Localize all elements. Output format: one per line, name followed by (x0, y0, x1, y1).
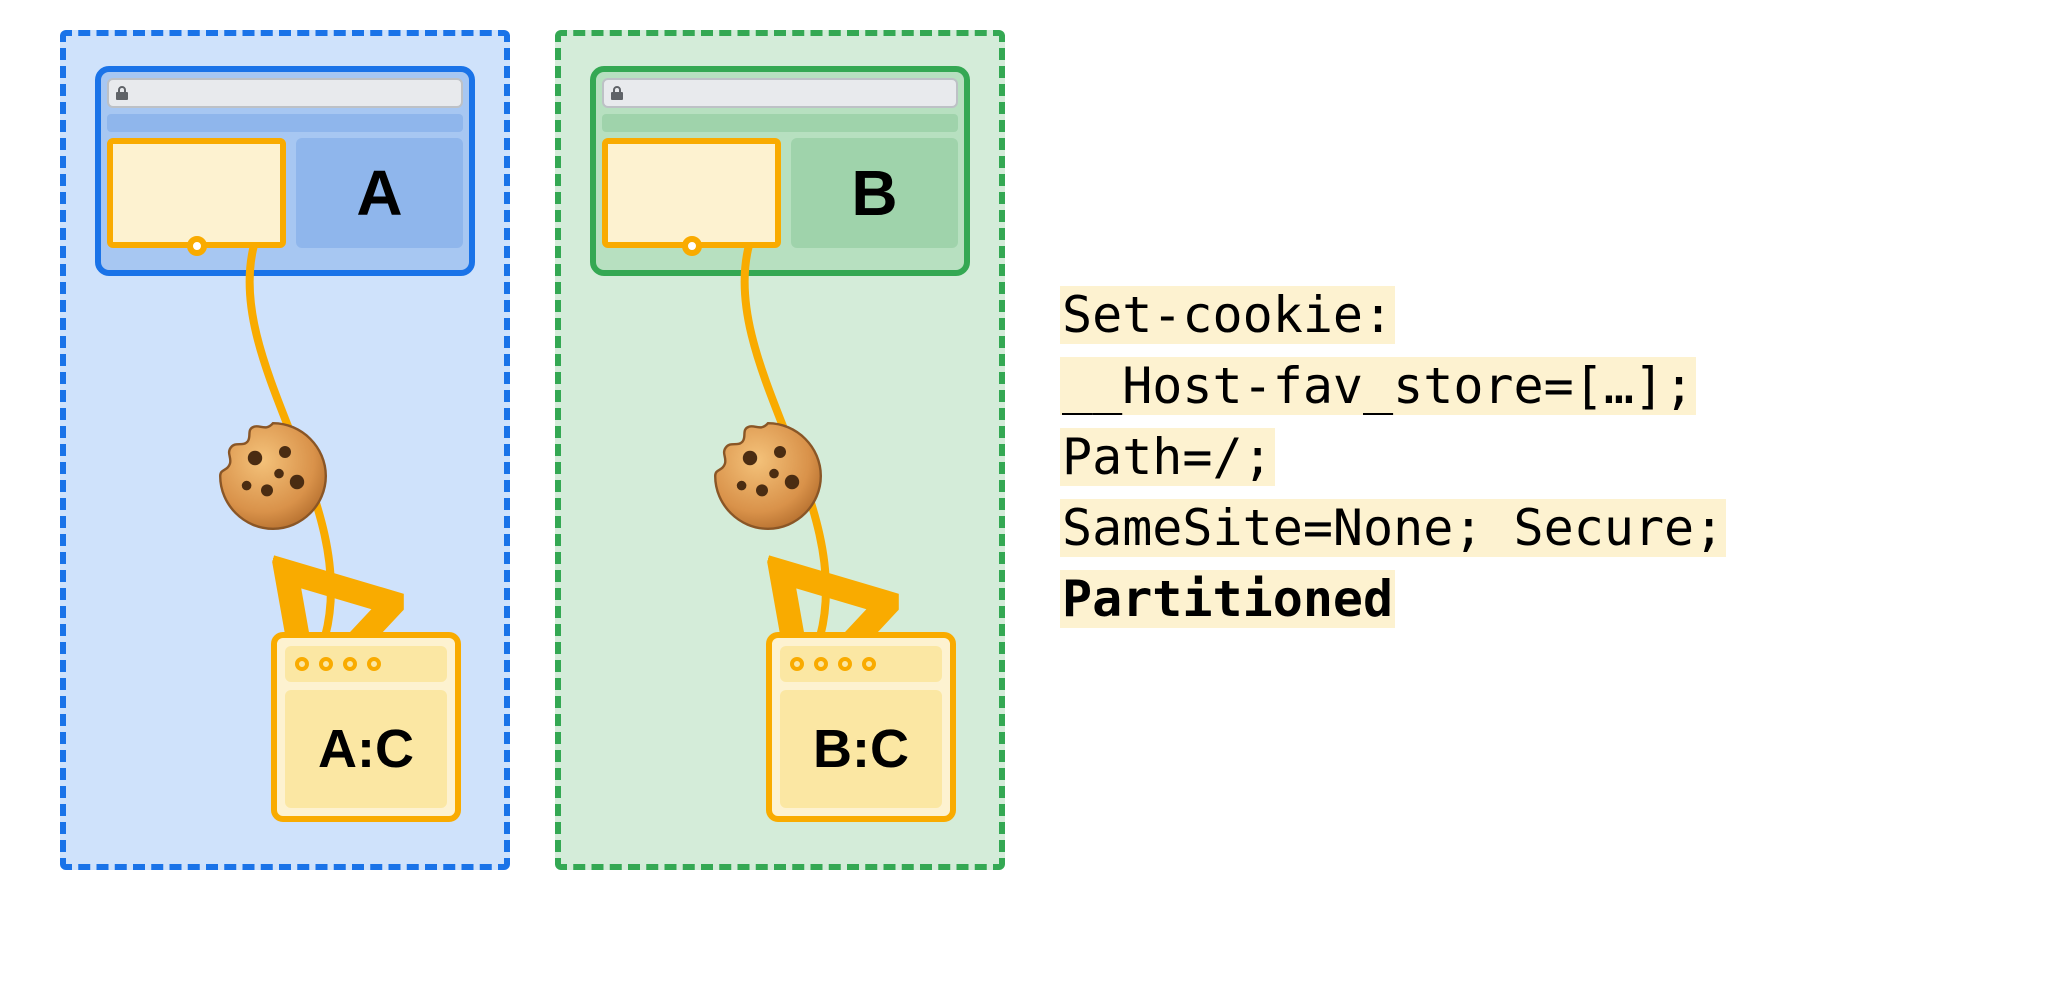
top-level-site-label-a: A (296, 138, 463, 248)
tab-strip (602, 114, 958, 132)
embedded-frame-a (107, 138, 286, 248)
code-line-2: __Host-fav_store=[…]; (1060, 357, 1696, 415)
partition-a: A (60, 30, 510, 870)
code-line-3: Path=/; (1060, 428, 1275, 486)
cookie-flow-arrow-a (184, 246, 404, 666)
cookie-jar-b: B:C (766, 632, 956, 822)
cookie-jar-a: A:C (271, 632, 461, 822)
lock-icon (115, 85, 129, 101)
code-line-1: Set-cookie: (1060, 286, 1395, 344)
connection-origin-dot (187, 236, 207, 256)
jar-titlebar-dots (780, 646, 942, 682)
top-level-site-label-b: B (791, 138, 958, 248)
address-bar (107, 78, 463, 108)
code-line-5-partitioned: Partitioned (1060, 570, 1395, 628)
jar-titlebar-dots (285, 646, 447, 682)
diagram-root: A (0, 0, 2048, 1005)
browser-window-a: A (95, 66, 475, 276)
embedded-frame-b (602, 138, 781, 248)
jar-partition-key-a: A:C (285, 690, 447, 808)
lock-icon (610, 85, 624, 101)
address-bar (602, 78, 958, 108)
set-cookie-header-example: Set-cookie: __Host-fav_store=[…]; Path=/… (1060, 280, 1726, 635)
code-line-4: SameSite=None; Secure; (1060, 499, 1726, 557)
partition-b: B (555, 30, 1005, 870)
cookie-icon (708, 416, 828, 536)
cookie-icon (213, 416, 333, 536)
cookie-flow-arrow-b (679, 246, 899, 666)
tab-strip (107, 114, 463, 132)
jar-partition-key-b: B:C (780, 690, 942, 808)
connection-origin-dot (682, 236, 702, 256)
browser-window-b: B (590, 66, 970, 276)
